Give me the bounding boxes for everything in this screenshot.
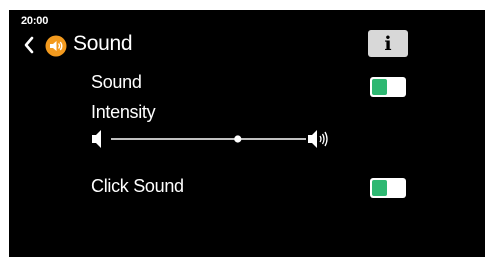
speaker-icon	[45, 35, 67, 57]
info-icon: i	[384, 32, 392, 55]
click-sound-label: Click Sound	[91, 176, 184, 196]
toggle-knob	[372, 79, 387, 95]
info-button[interactable]: i	[368, 30, 408, 57]
speaker-high-icon	[308, 130, 328, 148]
status-clock: 20:00	[21, 15, 49, 27]
intensity-slider[interactable]	[91, 128, 337, 150]
device-screen: 20:00 Sound i Sound Intensity Click Soun…	[9, 10, 485, 257]
chevron-left-icon	[24, 36, 34, 54]
speaker-low-icon	[92, 130, 101, 148]
toggle-knob	[372, 180, 387, 196]
click-sound-toggle[interactable]	[370, 178, 406, 198]
intensity-label: Intensity	[91, 102, 156, 122]
sound-label: Sound	[91, 72, 142, 92]
slider-thumb[interactable]	[234, 135, 242, 143]
sound-toggle[interactable]	[370, 77, 406, 97]
page-title: Sound	[73, 32, 133, 55]
back-button[interactable]	[21, 34, 37, 56]
